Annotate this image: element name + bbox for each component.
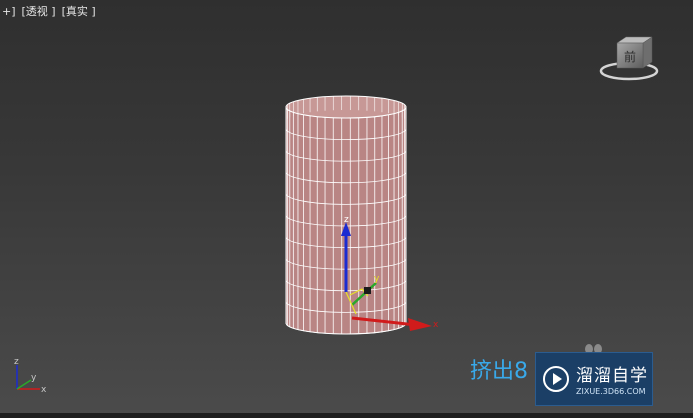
viewport-bottom-border: [0, 413, 693, 418]
tripod-y-label: y: [31, 373, 37, 383]
axis-tripod: z x y: [14, 357, 47, 395]
gizmo-z-label: z: [344, 215, 349, 225]
gizmo-center[interactable]: [364, 287, 371, 294]
viewcube[interactable]: 前: [599, 36, 659, 81]
gizmo-x-arrowhead[interactable]: [408, 318, 432, 331]
tripod-z-label: z: [14, 357, 19, 367]
gizmo-y-label: y: [374, 274, 380, 284]
logo-url: ZIXUE.3D66.COM: [576, 387, 646, 396]
tripod-y-line: [16, 379, 32, 390]
brand-logo: 溜溜自学 ZIXUE.3D66.COM: [535, 352, 653, 406]
extrude-caption: 挤出8: [470, 359, 528, 384]
gizmo-x-label: x: [433, 320, 439, 330]
logo-name: 溜溜自学: [576, 366, 648, 386]
cylinder-top-rim[interactable]: [285, 95, 407, 119]
tripod-x-label: x: [41, 385, 47, 395]
perspective-viewport[interactable]: +] [透视 ] [真实 ] 前 z x y z x y 挤出8 溜溜自学 ZI…: [0, 0, 693, 418]
viewcube-face-label: 前: [624, 49, 636, 64]
play-logo-icon: [543, 366, 569, 392]
